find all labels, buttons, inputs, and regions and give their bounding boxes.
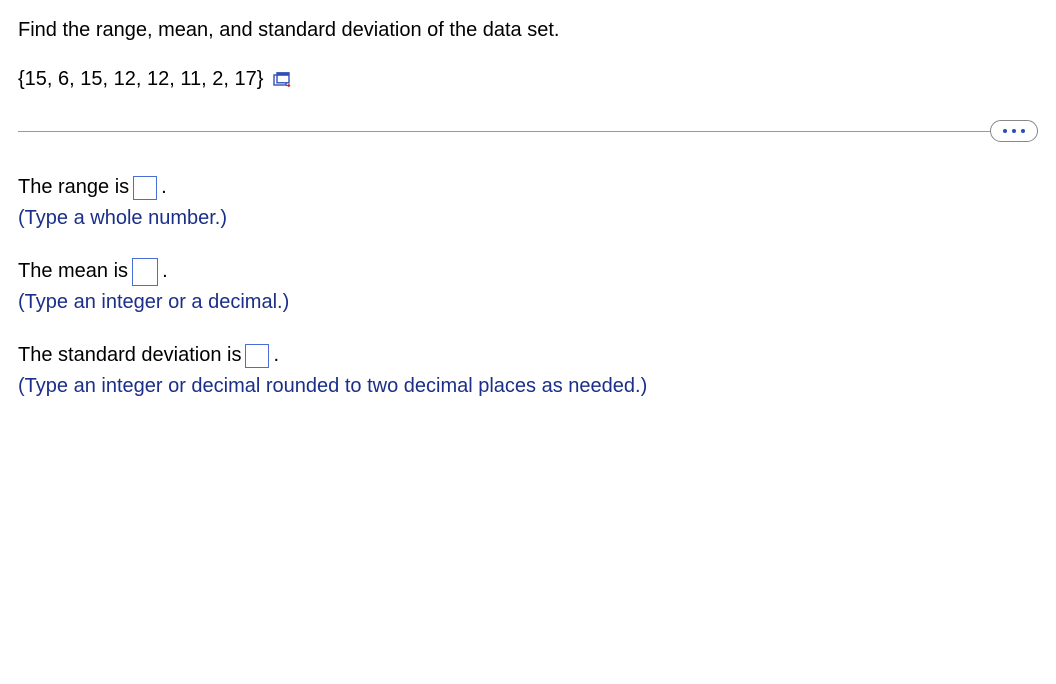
range-input[interactable]	[133, 176, 157, 200]
mean-hint: (Type an integer or a decimal.)	[18, 287, 1038, 318]
data-set-text: {15, 6, 15, 12, 12, 11, 2, 17}	[18, 68, 263, 91]
stddev-prefix: The standard deviation is	[18, 340, 241, 371]
mean-answer-block: The mean is . (Type an integer or a deci…	[18, 256, 1038, 318]
range-suffix: .	[161, 172, 167, 203]
dot-icon	[1012, 129, 1016, 133]
range-prefix: The range is	[18, 172, 129, 203]
more-options-button[interactable]	[990, 120, 1038, 142]
dot-icon	[1003, 129, 1007, 133]
dot-icon	[1021, 129, 1025, 133]
mean-input[interactable]	[132, 258, 158, 286]
stddev-hint: (Type an integer or decimal rounded to t…	[18, 371, 1038, 402]
popup-icon[interactable]	[273, 72, 291, 88]
data-set-line: {15, 6, 15, 12, 12, 11, 2, 17}	[18, 68, 1038, 91]
range-answer-block: The range is . (Type a whole number.)	[18, 172, 1038, 234]
stddev-input[interactable]	[245, 344, 269, 368]
divider-line	[18, 131, 1038, 132]
question-prompt: Find the range, mean, and standard devia…	[18, 16, 1038, 44]
mean-suffix: .	[162, 256, 168, 287]
mean-prefix: The mean is	[18, 256, 128, 287]
range-hint: (Type a whole number.)	[18, 203, 1038, 234]
stddev-suffix: .	[273, 340, 279, 371]
divider-section	[18, 131, 1038, 132]
stddev-answer-block: The standard deviation is . (Type an int…	[18, 340, 1038, 402]
